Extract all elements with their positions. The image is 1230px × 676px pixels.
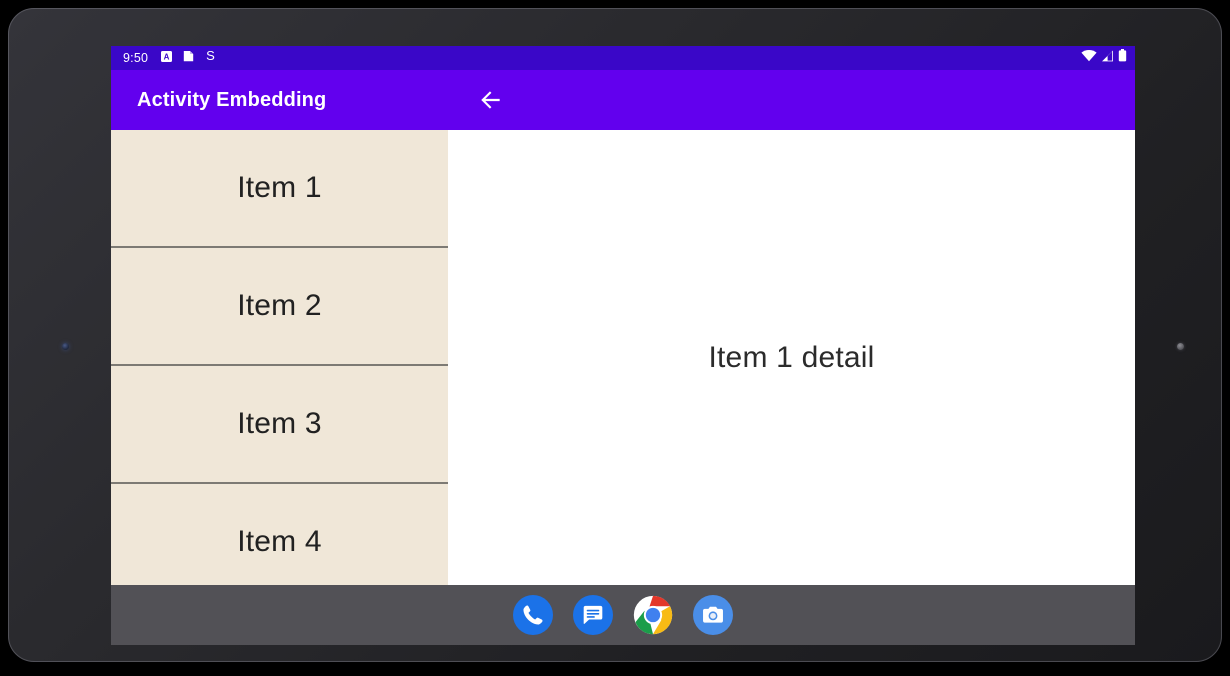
list-item[interactable]: Item 2	[111, 248, 448, 366]
status-bar-clock: 9:50	[123, 50, 149, 65]
svg-text:S: S	[206, 49, 215, 62]
battery-icon	[1118, 49, 1127, 67]
sensor-icon	[1177, 343, 1184, 350]
list-item-label: Item 3	[237, 407, 322, 440]
app-bar: Activity Embedding	[111, 70, 1135, 130]
device-screen: 9:50 A S Activity Embedding Item 1 Item …	[111, 46, 1135, 645]
detail-text: Item 1 detail	[708, 340, 875, 374]
list-item[interactable]: Item 3	[111, 366, 448, 484]
status-bar-system-icons	[1081, 49, 1127, 67]
detail-pane: Item 1 detail	[448, 130, 1135, 585]
taskbar	[111, 585, 1135, 645]
phone-app-icon[interactable]	[513, 595, 553, 635]
device-frame: 9:50 A S Activity Embedding Item 1 Item …	[8, 8, 1222, 662]
list-item-label: Item 2	[237, 289, 322, 322]
svg-text:A: A	[164, 52, 170, 61]
split-content-area: Item 1 Item 2 Item 3 Item 4 Item 1 detai…	[111, 130, 1135, 585]
list-item[interactable]: Item 1	[111, 130, 448, 248]
page-title: Activity Embedding	[137, 88, 327, 111]
back-button[interactable]	[471, 80, 511, 120]
cellular-signal-icon	[1101, 49, 1114, 67]
app-notification-icon: A	[161, 49, 173, 67]
camera-app-icon[interactable]	[693, 595, 733, 635]
messages-app-icon[interactable]	[573, 595, 613, 635]
sync-notification-icon: S	[205, 48, 216, 67]
status-bar: 9:50 A S	[111, 46, 1135, 70]
front-camera-icon	[62, 343, 69, 350]
status-bar-notification-icons: A S	[161, 48, 216, 67]
clipboard-notification-icon	[183, 49, 194, 67]
wifi-icon	[1081, 49, 1097, 67]
list-pane[interactable]: Item 1 Item 2 Item 3 Item 4	[111, 130, 448, 585]
list-item-label: Item 1	[237, 171, 322, 204]
chrome-app-icon[interactable]	[633, 595, 673, 635]
list-item-label: Item 4	[237, 525, 322, 558]
list-item[interactable]: Item 4	[111, 484, 448, 585]
